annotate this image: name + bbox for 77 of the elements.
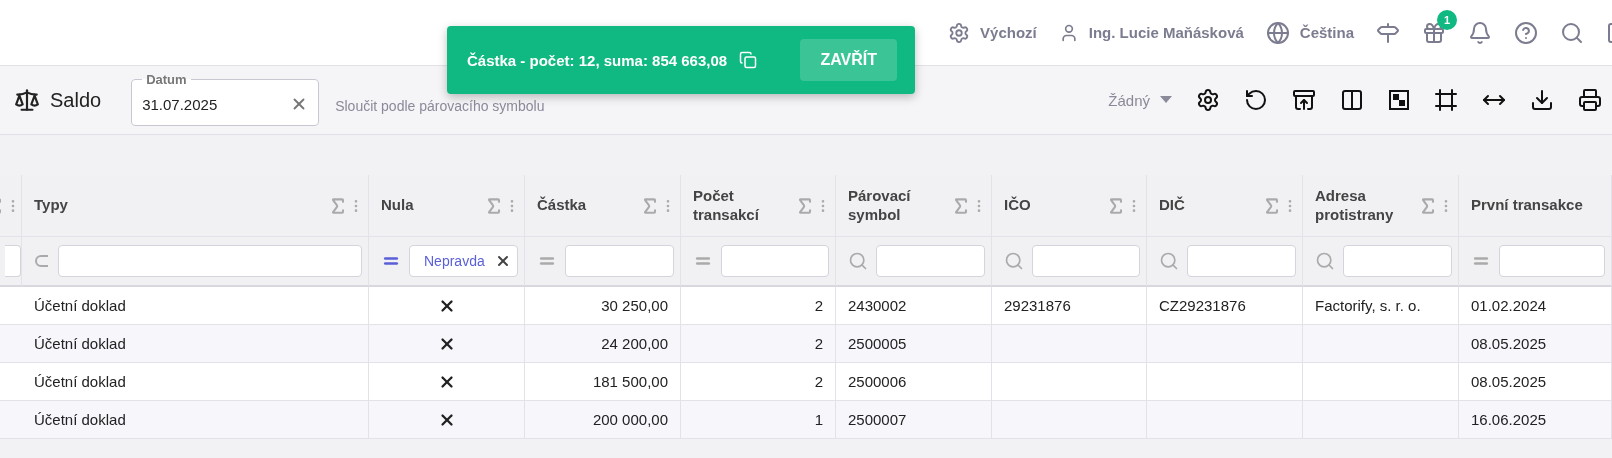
restore-icon[interactable]: [1292, 88, 1316, 112]
profile-label[interactable]: Výchozí: [980, 24, 1037, 41]
search-icon: [848, 251, 868, 271]
merge-label: Sloučit podle párovacího symbolu: [335, 98, 545, 114]
checker-icon[interactable]: [1388, 89, 1410, 111]
table-cell: 2: [681, 287, 836, 325]
table-cell: 2500007: [836, 401, 992, 439]
table-cell: Účetní doklad: [22, 401, 369, 439]
search-icon: [1159, 251, 1179, 271]
table-cell: 200 000,00: [525, 401, 681, 439]
undo-icon[interactable]: [1244, 88, 1268, 112]
filter-field[interactable]: [1032, 245, 1140, 277]
search-icon: [1315, 251, 1335, 271]
column-header[interactable]: Počet transakcí: [681, 175, 836, 237]
column-header[interactable]: Nula: [369, 175, 525, 237]
search-icon[interactable]: [1560, 20, 1584, 45]
filter-field[interactable]: [721, 245, 829, 277]
table-cell: 2500006: [836, 363, 992, 401]
table-cell: 2500005: [836, 325, 992, 363]
bell-icon[interactable]: [1468, 20, 1492, 45]
column-header[interactable]: Typy: [22, 175, 369, 237]
filter-field[interactable]: [1343, 245, 1452, 277]
table-cell: 24 200,00: [525, 325, 681, 363]
table-cell: 30 250,00: [525, 287, 681, 325]
clear-icon[interactable]: [495, 253, 511, 269]
filter-field[interactable]: Nepravda: [409, 245, 518, 277]
frame-icon[interactable]: [1434, 88, 1458, 112]
date-label: Datum: [145, 72, 188, 87]
filter-field[interactable]: [58, 245, 362, 277]
settings-icon[interactable]: [1196, 88, 1220, 112]
column-header[interactable]: Částka: [525, 175, 681, 237]
caret-icon[interactable]: [1160, 96, 1172, 104]
column-header[interactable]: IČO: [992, 175, 1147, 237]
search-icon: [1004, 251, 1024, 271]
copy-icon[interactable]: [739, 51, 758, 69]
notification-badge: 1: [1437, 9, 1457, 30]
subset-icon: [34, 253, 50, 269]
column-header[interactable]: První transakce: [1459, 175, 1612, 237]
page-title: Saldo: [50, 88, 102, 112]
table-cell: 1: [681, 401, 836, 439]
column-header[interactable]: [0, 175, 22, 237]
filter-field[interactable]: [876, 245, 985, 277]
gift-icon[interactable]: [1422, 20, 1446, 45]
table-cell: Factorify, s. r. o.: [1303, 287, 1459, 325]
column-header[interactable]: Adresa protistrany: [1303, 175, 1459, 237]
table-cell: 2: [681, 325, 836, 363]
table-cell: CZ29231876: [1147, 287, 1303, 325]
table-cell: 29231876: [992, 287, 1147, 325]
scale-icon: [14, 87, 40, 113]
table-cell: 16.06.2025: [1459, 401, 1612, 439]
help-icon[interactable]: [1514, 20, 1538, 45]
table-cell: 08.05.2025: [1459, 363, 1612, 401]
language-label[interactable]: Čeština: [1299, 24, 1354, 41]
download-icon[interactable]: [1530, 88, 1554, 112]
column-header[interactable]: DIČ: [1147, 175, 1303, 237]
notification-toast: Částka - počet: 12, suma: 854 663,08 ZAVŘÍT: [447, 26, 915, 94]
table-cell: Účetní doklad: [22, 325, 369, 363]
user-name[interactable]: Ing. Lucie Maňásková: [1088, 24, 1244, 41]
table-cell: 181 500,00: [525, 363, 681, 401]
date-field[interactable]: Datum 31.07.2025: [131, 72, 320, 126]
gear-icon[interactable]: [948, 21, 971, 44]
filter-field[interactable]: [1499, 245, 1605, 277]
filter-field[interactable]: [565, 245, 674, 277]
table-cell: Účetní doklad: [22, 363, 369, 401]
table-cell: 2: [681, 363, 836, 401]
globe-icon: [1265, 20, 1290, 45]
date-value: 31.07.2025: [142, 95, 218, 113]
column-header[interactable]: Párovací symbol: [836, 175, 992, 237]
filter-field[interactable]: [5, 245, 21, 277]
printer-icon[interactable]: [1578, 88, 1602, 112]
table-cell: 01.02.2024: [1459, 287, 1612, 325]
table-cell: 08.05.2025: [1459, 325, 1612, 363]
filter-field[interactable]: [1187, 245, 1296, 277]
signpost-icon[interactable]: [1376, 20, 1400, 45]
table-cell: 2430002: [836, 287, 992, 325]
table-cell: Účetní doklad: [22, 287, 369, 325]
columns-icon[interactable]: [1340, 88, 1364, 112]
